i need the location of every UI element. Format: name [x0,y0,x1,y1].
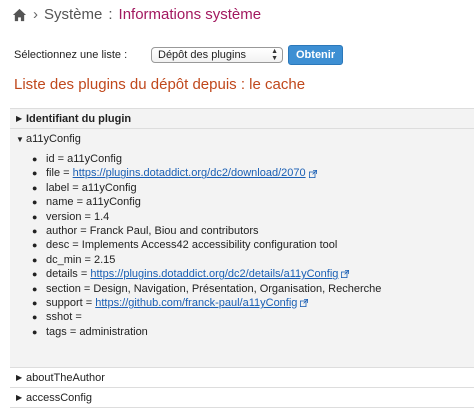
property-text: version = 1.4 [46,210,110,223]
external-link-icon [308,169,317,178]
breadcrumb-colon: : [108,6,113,23]
property-item: ● support = https://github.com/franck-pau… [32,296,381,310]
property-text: label = a11yConfig [46,181,137,194]
property-item: ● label = a11yConfig [32,181,381,195]
plugin-entry-toggle[interactable]: ▼ a11yConfig [10,129,474,149]
tree-header[interactable]: ▶ Identifiant du plugin [10,109,474,129]
property-text: section = Design, Navigation, Présentati… [46,282,382,295]
property-item: ● details = https://plugins.dotaddict.org… [32,267,381,281]
bullet-icon: ● [32,269,38,280]
breadcrumb-parent[interactable]: Système [44,6,102,23]
property-text: details = [46,268,91,281]
plugin-properties-list: ● id = a11yConfig ● file = https://plugins.… [32,152,381,339]
external-link-icon [300,299,309,308]
bullet-icon: ● [32,326,38,337]
property-item: ● sshot = [32,310,381,324]
tree-header-label: Identifiant du plugin [26,112,132,125]
property-text: sshot = [46,311,82,324]
bullet-icon: ● [32,168,38,179]
property-item: ● version = 1.4 [32,210,381,224]
list-select-label: Sélectionnez une liste : [14,49,128,61]
property-item: ● dc_min = 2.15 [32,253,381,267]
bullet-icon: ● [32,298,38,309]
list-selector-row: Sélectionnez une liste : Dépôt des plugi… [14,45,344,65]
property-item: ● name = a11yConfig [32,195,381,209]
home-icon[interactable] [12,8,27,22]
list-select[interactable]: Dépôt des plugins ▲ ▼ [151,47,283,63]
plugin-entry-name: a11yConfig [26,133,81,145]
page-title: Informations système [118,6,262,23]
property-text: support = [46,297,96,310]
property-text: name = a11yConfig [46,196,141,209]
property-text: author = Franck Paul, Biou and contribut… [46,225,259,238]
collapse-triangle-icon: ▼ [16,134,24,144]
property-item: ● file = https://plugins.dotaddict.org/dc… [32,166,381,180]
breadcrumb-separator-arrow: › [33,6,38,23]
property-item: ● section = Design, Navigation, Présentat… [32,282,381,296]
property-item: ● desc = Implements Access42 accessibilit… [32,238,381,252]
property-text: id = a11yConfig [46,153,122,165]
plugin-entry-name: aboutTheAuthor [26,371,105,384]
bullet-icon: ● [32,254,38,265]
property-item: ● author = Franck Paul, Biou and contribu… [32,224,381,238]
bullet-icon: ● [32,197,38,208]
list-select-value: Dépôt des plugins [158,49,247,61]
expand-triangle-icon: ▶ [16,393,23,402]
obtain-button[interactable]: Obtenir [288,45,344,65]
plugin-entry-expanded: ▼ a11yConfig ● id = a11yConfig ● file = htt… [10,129,474,368]
bullet-icon: ● [32,283,38,294]
property-text: dc_min = 2.15 [46,253,116,266]
property-link[interactable]: https://github.com/franck-paul/a11yConfi… [95,296,297,310]
property-link[interactable]: https://plugins.dotaddict.org/dc2/downlo… [73,166,306,180]
property-item: ● id = a11yConfig [32,152,381,166]
bullet-icon: ● [32,211,38,222]
section-title: Liste des plugins du dépôt depuis : le c… [14,76,306,93]
property-item: ● tags = administration [32,325,381,339]
bullet-icon: ● [32,182,38,193]
expand-triangle-icon: ▶ [16,373,23,382]
expand-triangle-icon: ▶ [16,114,23,123]
plugin-entry-collapsed[interactable]: ▶ accessConfig [10,388,474,408]
bullet-icon: ● [32,226,38,237]
plugin-tree: ▶ Identifiant du plugin ▼ a11yConfig ● id… [10,108,474,408]
bullet-icon: ● [32,240,38,251]
property-text: tags = administration [46,325,148,338]
property-link[interactable]: https://plugins.dotaddict.org/dc2/detail… [90,267,338,281]
plugin-entry-name: accessConfig [26,391,93,404]
bullet-icon: ● [32,154,38,164]
plugin-entry-collapsed[interactable]: ▶ aboutTheAuthor [10,368,474,388]
property-text: desc = Implements Access42 accessibility… [46,239,338,252]
breadcrumb: › Système : Informations système [12,6,261,23]
bullet-icon: ● [32,312,38,323]
property-text: file = [46,167,73,180]
select-arrows-icon: ▲ ▼ [271,48,278,62]
external-link-icon [341,270,350,279]
